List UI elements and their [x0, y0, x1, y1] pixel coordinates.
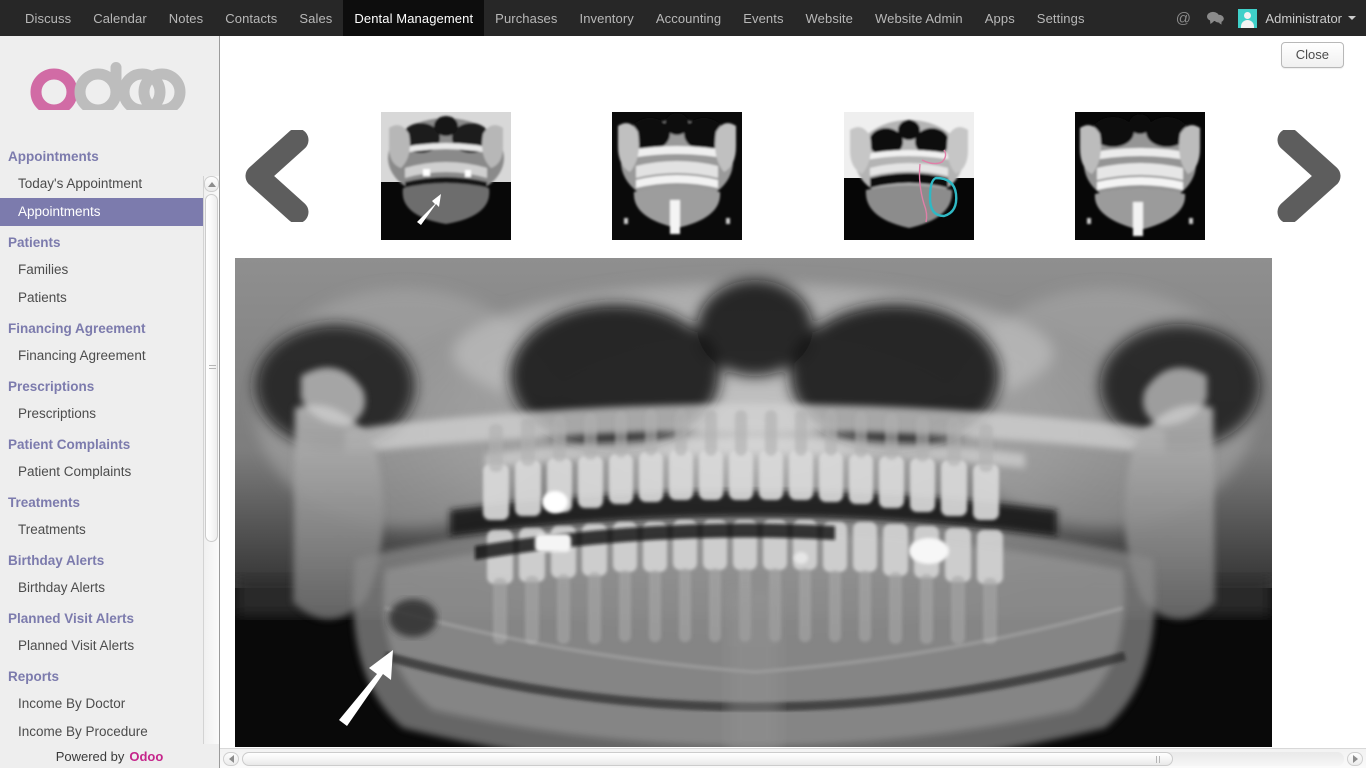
user-name-label: Administrator	[1265, 10, 1342, 26]
nav-item-inventory[interactable]: Inventory	[569, 0, 645, 36]
main-menu: Discuss Calendar Notes Contacts Sales Dental …	[0, 0, 1096, 36]
sidebar-item-prescriptions[interactable]: Prescriptions	[0, 400, 204, 428]
sidebar-item-planned-visit-alerts[interactable]: Planned Visit Alerts	[0, 632, 204, 660]
chevron-down-icon	[1348, 16, 1356, 20]
top-navbar-right: @ Administrator	[1168, 0, 1366, 36]
nav-item-notes[interactable]: Notes	[158, 0, 214, 36]
sidebar-group-patients[interactable]: Patients	[0, 226, 204, 256]
nav-item-contacts[interactable]: Contacts	[214, 0, 288, 36]
sidebar-vertical-scrollbar[interactable]	[203, 176, 219, 768]
sidebar-item-patients[interactable]: Patients	[0, 284, 204, 312]
sidebar-group-appointments[interactable]: Appointments	[0, 140, 204, 170]
top-navbar: Discuss Calendar Notes Contacts Sales Dental …	[0, 0, 1366, 36]
sidebar-group-treatments[interactable]: Treatments	[0, 486, 204, 516]
thumbnail-carousel	[220, 100, 1366, 252]
sidebar-item-patient-complaints[interactable]: Patient Complaints	[0, 458, 204, 486]
sidebar-item-financing-agreement[interactable]: Financing Agreement	[0, 342, 204, 370]
horizontal-scrollbar-thumb[interactable]	[242, 751, 1174, 766]
sidebar-item-appointments[interactable]: Appointments	[0, 198, 204, 226]
nav-item-sales[interactable]: Sales	[288, 0, 343, 36]
vertical-scrollbar-thumb[interactable]	[205, 194, 218, 543]
panoramic-xray-thumb-2[interactable]	[612, 112, 743, 240]
panoramic-xray-thumb-4[interactable]	[1075, 112, 1206, 240]
sidebar-item-treatments[interactable]: Treatments	[0, 516, 204, 544]
nav-item-purchases[interactable]: Purchases	[484, 0, 568, 36]
close-button[interactable]: Close	[1280, 42, 1344, 68]
mention-icon[interactable]: @	[1168, 0, 1198, 36]
sidebar-group-birthday-alerts[interactable]: Birthday Alerts	[0, 544, 204, 574]
nav-item-calendar[interactable]: Calendar	[82, 0, 158, 36]
sidebar-menu-scroll: Appointments Today's Appointment Appointme…	[0, 140, 219, 768]
scroll-up-button[interactable]	[204, 176, 219, 192]
triangle-right-icon	[1352, 754, 1358, 763]
panoramic-xray-thumb-3[interactable]	[843, 112, 974, 240]
sidebar-item-income-by-doctor[interactable]: Income By Doctor	[0, 690, 204, 718]
thumbnail-list	[330, 100, 1256, 252]
sidebar-item-birthday-alerts[interactable]: Birthday Alerts	[0, 574, 204, 602]
sidebar-group-prescriptions[interactable]: Prescriptions	[0, 370, 204, 400]
nav-item-accounting[interactable]: Accounting	[645, 0, 732, 36]
sidebar-item-today-s-appointment[interactable]: Today's Appointment	[0, 170, 204, 198]
previous-image-button[interactable]	[220, 130, 330, 222]
powered-by-footer: Powered by Odoo	[0, 744, 219, 768]
sidebar-group-patient-complaints[interactable]: Patient Complaints	[0, 428, 204, 458]
sidebar-item-families[interactable]: Families	[0, 256, 204, 284]
sidebar: Appointments Today's Appointment Appointme…	[0, 36, 220, 768]
triangle-up-icon	[207, 181, 216, 187]
odoo-logo[interactable]	[0, 36, 219, 114]
odoo-brand-link[interactable]: Odoo	[129, 749, 163, 764]
nav-item-discuss[interactable]: Discuss	[14, 0, 82, 36]
panoramic-xray-thumb-1[interactable]	[380, 112, 511, 240]
user-menu[interactable]: Administrator	[1265, 11, 1356, 26]
next-image-button[interactable]	[1256, 130, 1366, 222]
powered-by-label: Powered by	[55, 748, 125, 764]
sidebar-item-income-by-procedure[interactable]: Income By Procedure	[0, 718, 204, 746]
nav-item-apps[interactable]: Apps	[974, 0, 1026, 36]
triangle-left-icon	[228, 754, 234, 763]
nav-item-website[interactable]: Website	[795, 0, 864, 36]
nav-item-website-admin[interactable]: Website Admin	[864, 0, 974, 36]
panoramic-dental-xray[interactable]	[235, 258, 1272, 766]
horizontal-scrollbar-track[interactable]	[242, 751, 1344, 766]
messages-icon[interactable]	[1200, 0, 1230, 36]
scroll-right-button[interactable]	[1347, 751, 1363, 766]
action-bar: Close	[220, 36, 1366, 68]
sidebar-group-reports[interactable]: Reports	[0, 660, 204, 690]
avatar[interactable]	[1238, 8, 1258, 28]
scroll-left-button[interactable]	[223, 751, 239, 766]
sidebar-menu: Appointments Today's Appointment Appointme…	[0, 140, 204, 768]
sidebar-group-planned-visit-alerts[interactable]: Planned Visit Alerts	[0, 602, 204, 632]
nav-item-settings[interactable]: Settings	[1026, 0, 1096, 36]
nav-item-events[interactable]: Events	[732, 0, 794, 36]
nav-item-dental-management[interactable]: Dental Management	[343, 0, 485, 36]
sidebar-group-financing-agreement[interactable]: Financing Agreement	[0, 312, 204, 342]
content-area: Close	[220, 36, 1366, 768]
horizontal-scrollbar[interactable]	[220, 748, 1366, 768]
